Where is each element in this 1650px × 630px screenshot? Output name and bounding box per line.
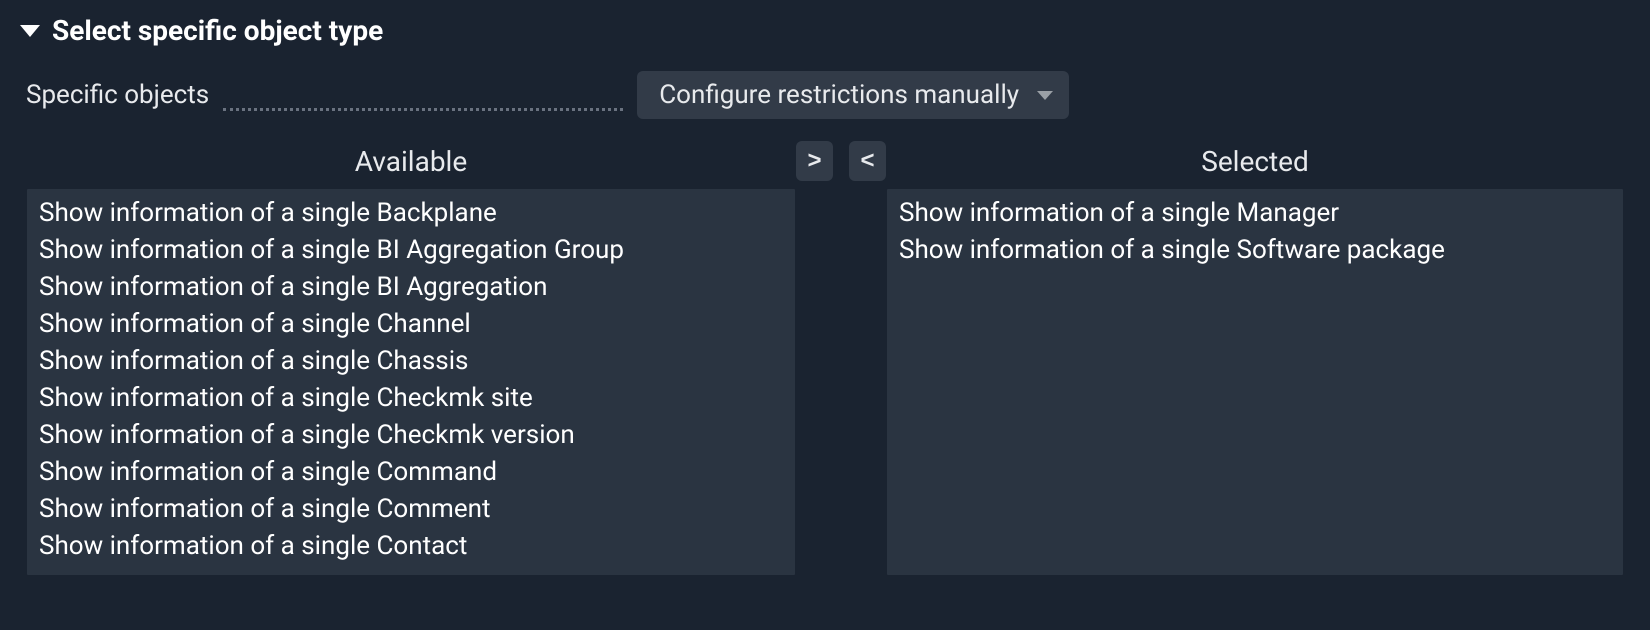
list-item[interactable]: Show information of a single Manager [897, 195, 1613, 232]
transfer-buttons: > < [796, 137, 886, 188]
list-item[interactable]: Show information of a single Contact [37, 528, 785, 565]
dual-list-transfer: Available > < Selected Show information … [20, 137, 1630, 576]
list-item[interactable]: Show information of a single Backplane [37, 195, 785, 232]
object-type-panel: Select specific object type Specific obj… [0, 0, 1650, 596]
selected-listbox[interactable]: Show information of a single ManagerShow… [886, 188, 1624, 576]
list-item[interactable]: Show information of a single BI Aggregat… [37, 269, 785, 306]
list-item[interactable]: Show information of a single Chassis [37, 343, 785, 380]
available-listbox[interactable]: Show information of a single BackplaneSh… [26, 188, 796, 576]
list-item[interactable]: Show information of a single Software pa… [897, 232, 1613, 269]
selected-header: Selected [886, 137, 1624, 188]
specific-objects-label: Specific objects [26, 80, 209, 110]
list-item[interactable]: Show information of a single Command [37, 454, 785, 491]
collapse-toggle-icon[interactable] [20, 25, 40, 37]
available-header: Available [26, 137, 796, 188]
move-right-button[interactable]: > [796, 141, 833, 181]
dotted-leader [223, 108, 623, 111]
specific-objects-row: Specific objects Configure restrictions … [20, 71, 1630, 119]
list-item[interactable]: Show information of a single Channel [37, 306, 785, 343]
restrictions-dropdown[interactable]: Configure restrictions manually [637, 71, 1069, 119]
spacer [796, 188, 886, 189]
list-item[interactable]: Show information of a single Comment [37, 491, 785, 528]
dropdown-selected-value: Configure restrictions manually [659, 80, 1019, 110]
chevron-down-icon [1037, 91, 1053, 100]
section-header: Select specific object type [20, 14, 1630, 47]
list-item[interactable]: Show information of a single Checkmk ver… [37, 417, 785, 454]
section-title: Select specific object type [52, 14, 383, 47]
move-left-button[interactable]: < [849, 141, 886, 181]
list-item[interactable]: Show information of a single BI Aggregat… [37, 232, 785, 269]
list-item[interactable]: Show information of a single Checkmk sit… [37, 380, 785, 417]
